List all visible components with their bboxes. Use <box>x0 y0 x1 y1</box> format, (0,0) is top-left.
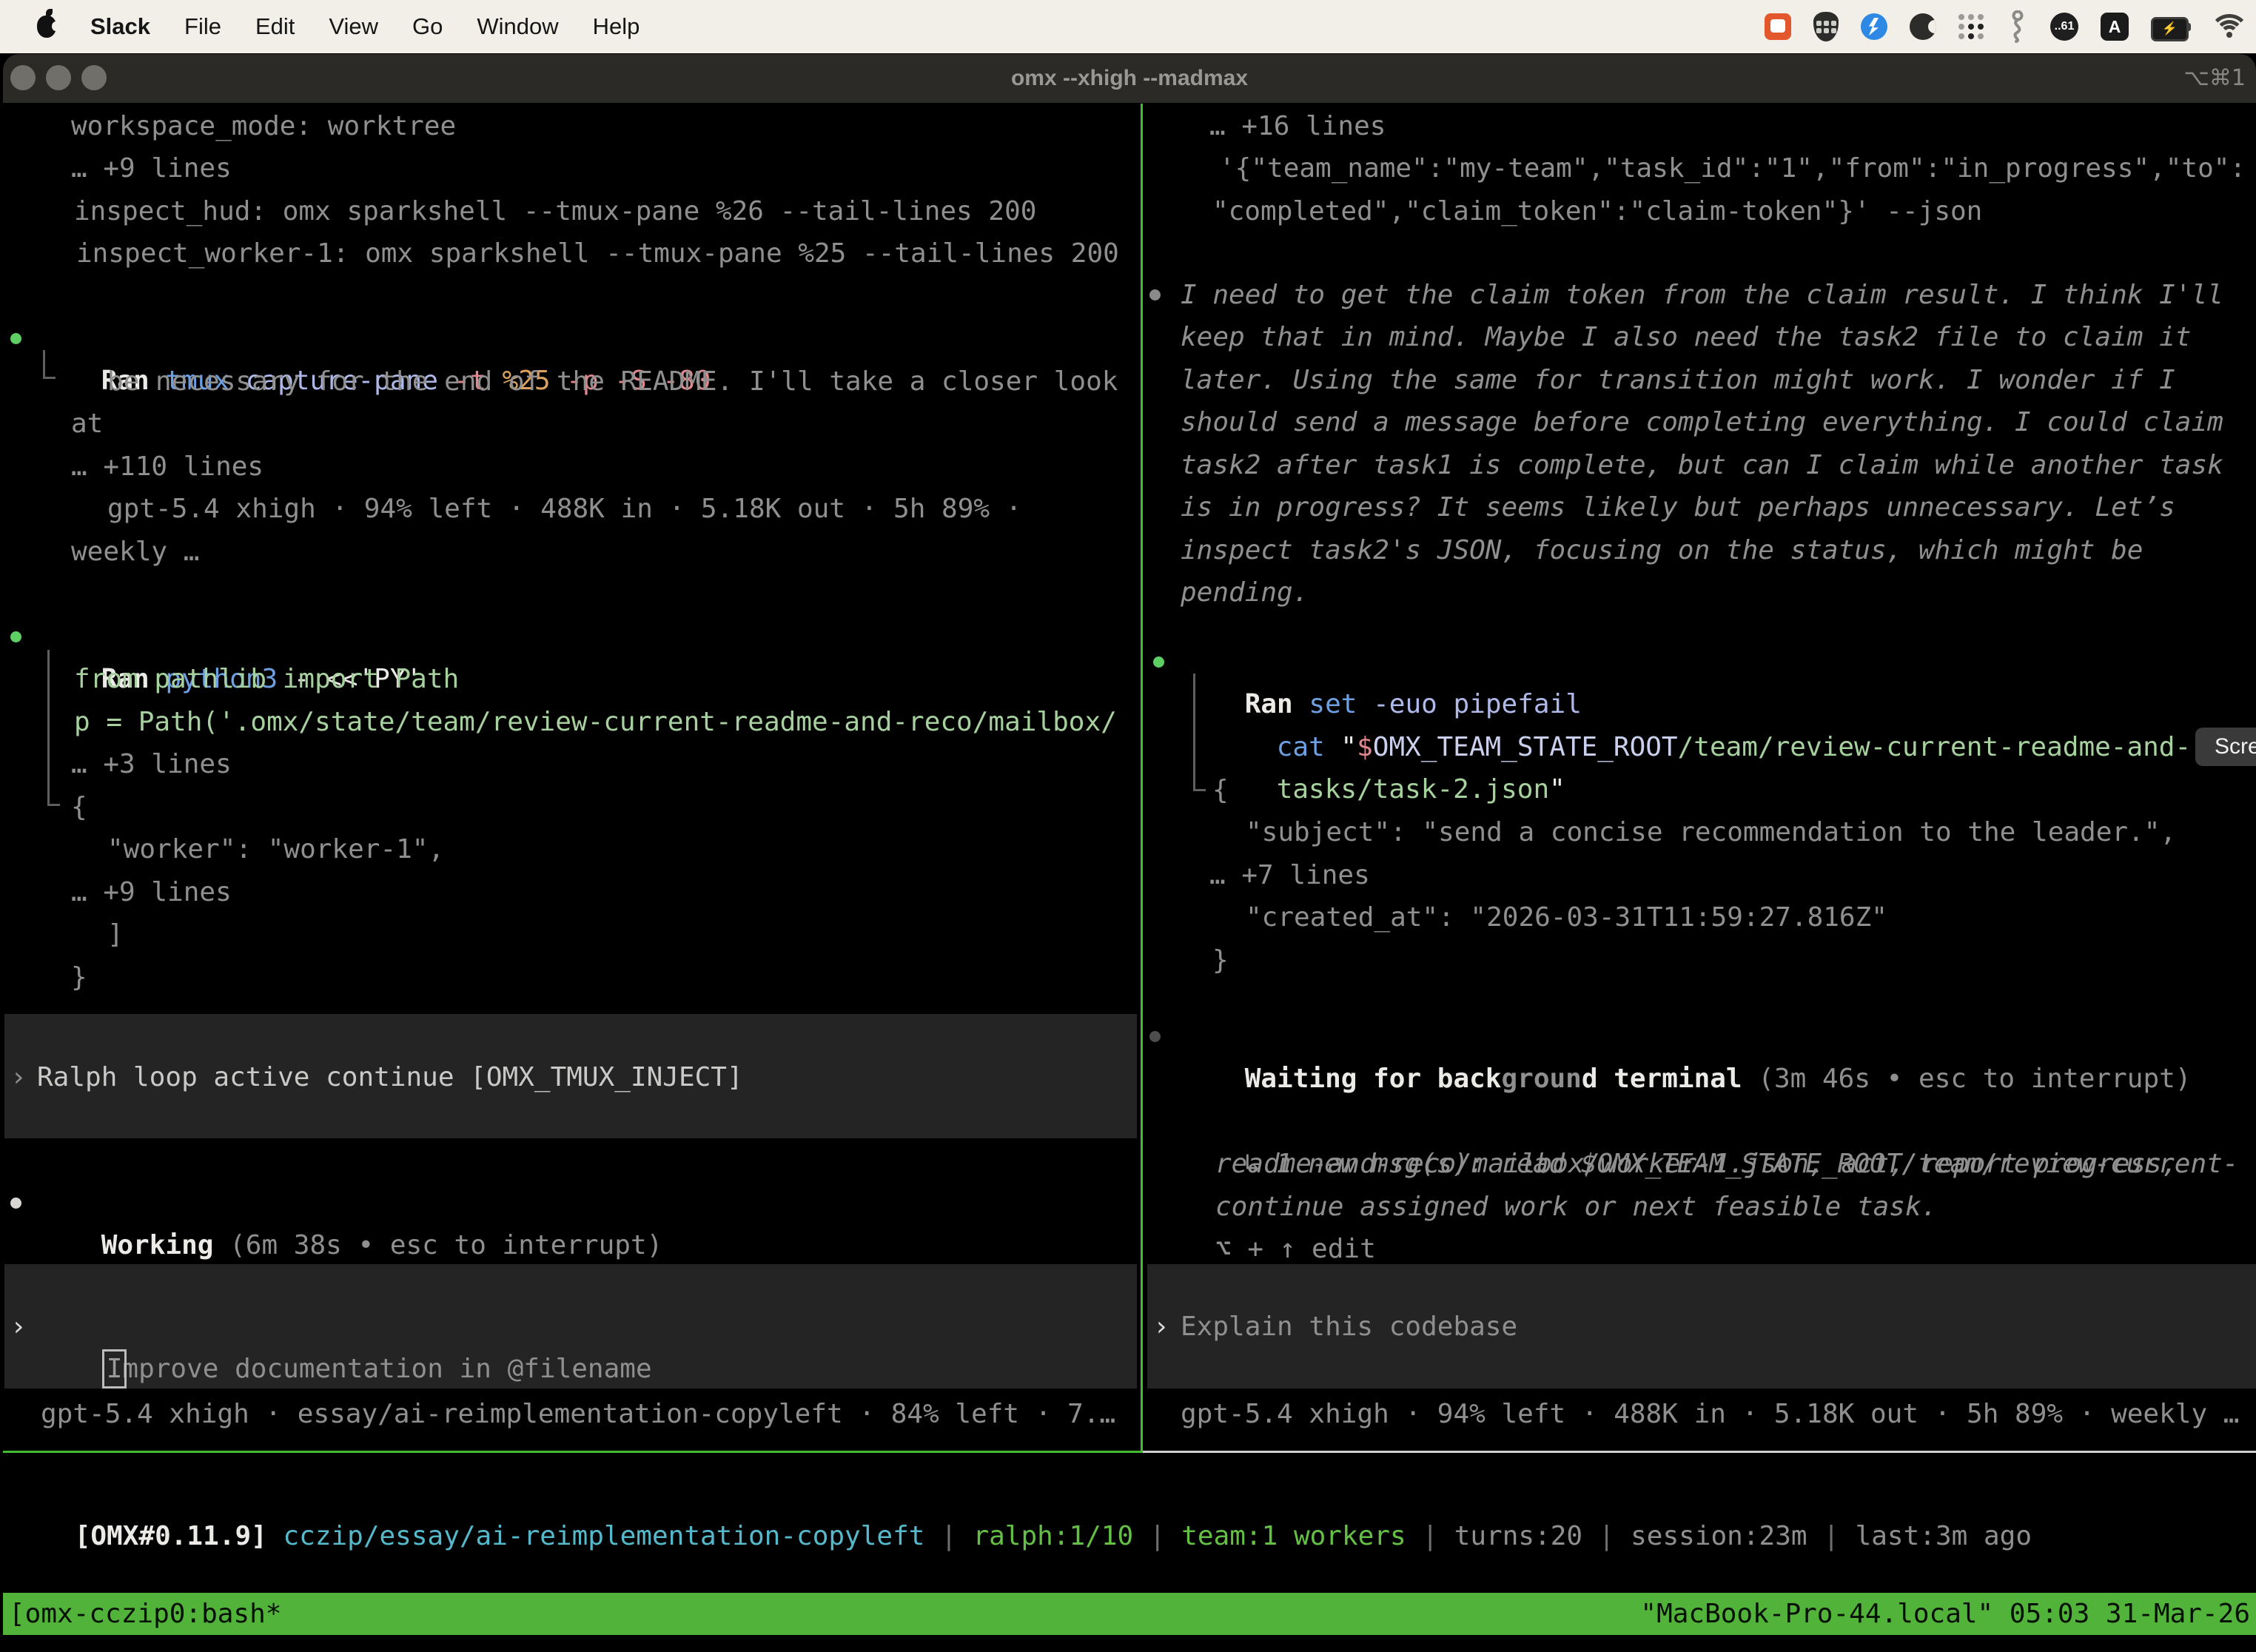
zoom-button[interactable] <box>81 65 107 90</box>
output-connector <box>43 350 56 379</box>
left-pane-border <box>3 1451 1141 1453</box>
output-connector <box>1193 674 1206 791</box>
window-titlebar[interactable]: omx --xhigh --madmax <box>3 54 2256 103</box>
terminal-line: } <box>71 956 87 998</box>
terminal-line: at <box>71 403 103 445</box>
input-source-icon[interactable]: A <box>2101 13 2129 41</box>
terminal-line: inspect_hud: omx sparkshell --tmux-pane … <box>74 190 1036 232</box>
run-bullet <box>1153 657 1164 668</box>
prompt-chevron-icon: › <box>1153 1306 1169 1348</box>
tmux-host-clock: "MacBook-Pro-44.local" 05:03 31-Mar-26 <box>1640 1593 2250 1635</box>
ralph-banner-text: Ralph loop active continue [OMX_TMUX_INJ… <box>37 1056 743 1098</box>
menu-bar: Slack File Edit View Go Window Help ..61 <box>0 0 2256 53</box>
terminal-line: '{"team_name":"my-team","task_id":"1","f… <box>1219 147 2246 189</box>
terminal-line: weekly … <box>71 531 199 573</box>
tmux-status-bar: [omx-cczip0:bash* "MacBook-Pro-44.local"… <box>3 1593 2256 1635</box>
apple-menu-icon[interactable] <box>37 16 56 38</box>
terminal-line: … +7 lines <box>1209 854 1370 896</box>
thinking-line: pending. <box>1181 571 1309 614</box>
model-status-line-left: gpt-5.4 xhigh · essay/ai-reimplementatio… <box>41 1393 1115 1435</box>
output-connector <box>47 650 60 806</box>
model-status-line-right: gpt-5.4 xhigh · 94% left · 488K in · 5.1… <box>1181 1393 2239 1435</box>
thinking-line: task2 after task1 is complete, but can I… <box>1181 444 2223 486</box>
thinking-line: later. Using the same for transition mig… <box>1181 359 2175 401</box>
count-badge-icon[interactable]: ..61 <box>2050 13 2078 41</box>
menu-item-window[interactable]: Window <box>477 13 558 40</box>
terminal-line: be necessary for the end of the README. … <box>107 360 1118 403</box>
thinking-bullet <box>1149 289 1161 300</box>
menu-app-name[interactable]: Slack <box>90 13 150 40</box>
chevron-icon: › <box>10 1056 27 1098</box>
terminal-line: from pathlib import Path <box>74 658 459 700</box>
terminal-line: p = Path('.omx/state/team/review-current… <box>74 701 1117 743</box>
menu-item-help[interactable]: Help <box>593 13 640 40</box>
battery-icon[interactable]: ⚡ <box>2151 17 2191 37</box>
thinking-line: should send a message before completing … <box>1181 401 2223 443</box>
thinking-line: inspect task2's JSON, focusing on the st… <box>1181 529 2143 571</box>
waiting-bullet <box>1149 1031 1161 1042</box>
run-bullet <box>10 333 21 344</box>
terminal-line: … +16 lines <box>1209 105 1386 147</box>
text-cursor: I <box>107 1354 123 1384</box>
terminal-line: inspect_worker-1: omx sparkshell --tmux-… <box>76 232 1119 275</box>
thinking-line: is in progress? It seems likely but perh… <box>1181 486 2175 528</box>
close-button[interactable] <box>10 65 36 90</box>
prompt-placeholder-right[interactable]: Explain this codebase <box>1181 1306 1517 1348</box>
right-pane-border <box>1143 1451 2256 1453</box>
menu-item-view[interactable]: View <box>329 13 378 40</box>
chat-bubble-icon[interactable] <box>1765 13 1791 40</box>
tmux-session-label: [omx-cczip0:bash* <box>9 1593 281 1635</box>
screen-tooltip: Scre <box>2195 728 2256 766</box>
dots-grid-icon[interactable] <box>1958 14 1984 39</box>
shield-grid-icon[interactable] <box>1813 12 1839 41</box>
run-bullet <box>10 631 21 642</box>
pie-circle-icon[interactable] <box>1910 13 1936 40</box>
figure-icon[interactable] <box>2006 10 2028 43</box>
mailbox-note-line: continue assigned work or next feasible … <box>1215 1186 1937 1228</box>
window-shortcut-hint: ⌥⌘1 <box>2183 65 2246 91</box>
working-bullet <box>10 1198 21 1209</box>
terminal-line: { <box>71 786 87 828</box>
terminal-line: workspace_mode: worktree <box>71 105 456 147</box>
thinking-line: I need to get the claim token from the c… <box>1181 274 2223 316</box>
terminal-line: } <box>1212 939 1229 981</box>
terminal-line: gpt-5.4 xhigh · 94% left · 488K in · 5.1… <box>107 488 1021 530</box>
menu-item-edit[interactable]: Edit <box>255 13 295 40</box>
terminal-line: "completed","claim_token":"claim-token"}… <box>1212 190 1982 232</box>
pane-divider[interactable] <box>1141 104 1143 1453</box>
menu-item-go[interactable]: Go <box>412 13 443 40</box>
minimize-button[interactable] <box>46 65 71 90</box>
omx-status-line: [OMX#0.11.9] cczip/essay/ai-reimplementa… <box>10 1473 2032 1599</box>
terminal-line: … +110 lines <box>71 446 263 488</box>
thinking-line: keep that in mind. Maybe I also need the… <box>1181 316 2191 358</box>
terminal-line: … +9 lines <box>71 871 232 913</box>
terminal-line: "worker": "worker-1", <box>107 828 444 870</box>
menu-item-file[interactable]: File <box>184 13 221 40</box>
terminal-line: { <box>1212 769 1229 811</box>
wifi-icon[interactable] <box>2213 14 2246 39</box>
prompt-chevron-icon: › <box>10 1306 27 1348</box>
terminal-line: ] <box>107 913 124 956</box>
screen: Slack File Edit View Go Window Help ..61 <box>0 0 2256 1652</box>
bolt-badge-icon[interactable] <box>1861 13 1887 40</box>
terminal-line: … +9 lines <box>71 147 232 189</box>
terminal-line: "subject": "send a concise recommendatio… <box>1246 811 2176 853</box>
mailbox-note-line: readme-and-reco/mailbox/worker-1.json, a… <box>1215 1143 2178 1185</box>
terminal-line: "created_at": "2026-03-31T11:59:27.816Z" <box>1246 896 1887 939</box>
terminal-line: … +3 lines <box>71 743 232 785</box>
window-title: omx --xhigh --madmax <box>1011 66 1248 91</box>
